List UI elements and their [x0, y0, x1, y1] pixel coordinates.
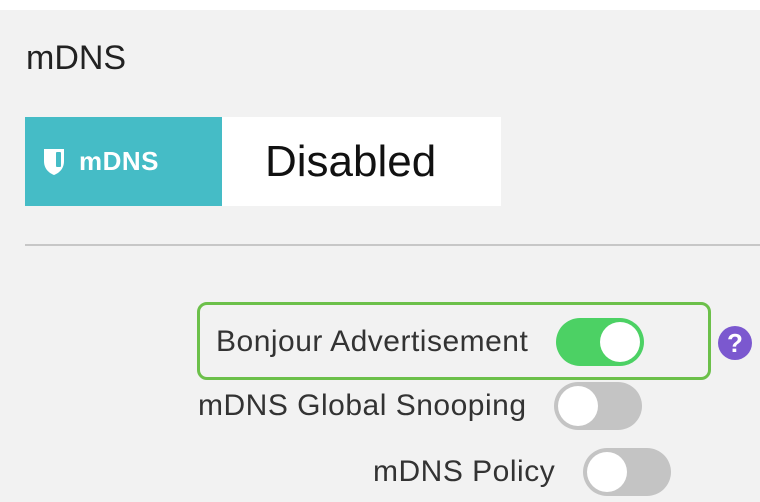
- mdns-status-card: mDNS Disabled: [25, 117, 501, 206]
- mdns-global-snooping-row: mDNS Global Snooping: [198, 382, 642, 430]
- mdns-global-snooping-toggle[interactable]: [553, 382, 642, 430]
- status-value-box: Disabled: [222, 117, 501, 206]
- bonjour-advertisement-label: Bonjour Advertisement: [216, 325, 529, 358]
- status-tag: mDNS: [25, 117, 222, 206]
- mdns-policy-row: mDNS Policy: [373, 448, 672, 496]
- help-icon[interactable]: ?: [718, 326, 752, 360]
- shield-icon: [43, 148, 65, 176]
- section-title: mDNS: [26, 39, 127, 77]
- mdns-panel: mDNS mDNS Disabled Bonjour Advertisement…: [0, 10, 760, 502]
- mdns-policy-toggle[interactable]: [583, 448, 672, 496]
- divider: [25, 244, 760, 246]
- status-tag-label: mDNS: [79, 146, 160, 176]
- mdns-global-snooping-label: mDNS Global Snooping: [198, 389, 527, 422]
- toggle-knob: [557, 386, 598, 426]
- toggle-knob: [587, 452, 628, 492]
- bonjour-advertisement-toggle[interactable]: [556, 318, 645, 366]
- status-value: Disabled: [265, 136, 437, 186]
- toggle-knob: [600, 322, 641, 362]
- mdns-policy-label: mDNS Policy: [373, 455, 556, 488]
- bonjour-advertisement-row: Bonjour Advertisement: [216, 318, 645, 366]
